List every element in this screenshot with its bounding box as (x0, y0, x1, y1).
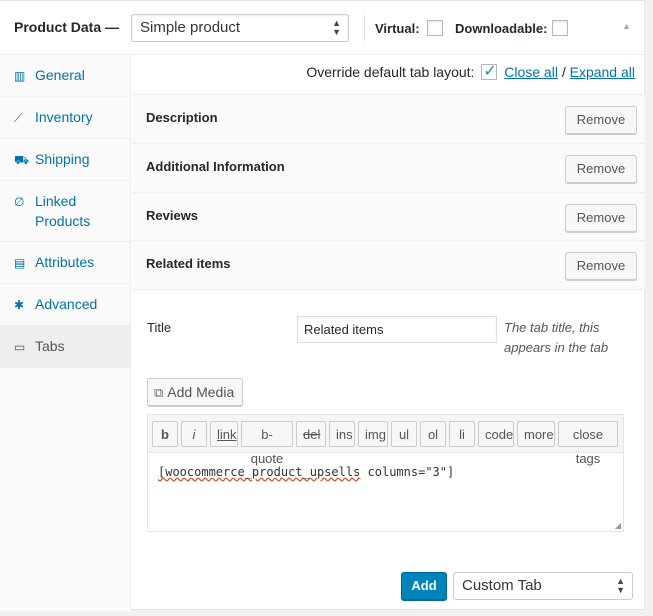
tab-row-name: Reviews (146, 208, 199, 223)
tab-row-reviews[interactable]: Reviews Remove (132, 192, 645, 241)
content-textarea[interactable]: [woocommerce_product_upsells columns="3"… (158, 465, 454, 479)
select-arrows-icon: ▲ ▼ (332, 18, 341, 37)
collapse-arrow-icon[interactable]: ▲ (622, 21, 631, 31)
override-checkbox[interactable]: ✓ (481, 63, 498, 80)
general-icon: ▥ (14, 69, 26, 83)
sidebar-item-label: Tabs (35, 338, 65, 354)
virtual-checkbox[interactable] (427, 20, 443, 36)
tab-editor: Title Related items The tab title, this … (132, 289, 645, 611)
quicktags-toolbar: b i link b-quote del ins img ul ol li co… (148, 415, 623, 466)
attributes-icon: ▤ (14, 256, 26, 270)
override-row: Override default tab layout: ✓ Close all… (306, 63, 635, 80)
close-all-link[interactable]: Close all (504, 64, 558, 80)
qt-close-tags-button[interactable]: close tags (558, 421, 618, 466)
shortcode-args: columns="3"] (360, 465, 455, 479)
sidebar-item-label: General (35, 67, 85, 83)
downloadable-label: Downloadable: (455, 21, 548, 36)
sidebar-item-tabs[interactable]: ▭ Tabs (0, 326, 130, 368)
tab-type-value: Custom Tab (462, 577, 542, 594)
sidebar-item-general[interactable]: ▥ General (0, 55, 130, 97)
sidebar-item-attributes[interactable]: ▤ Attributes (0, 242, 130, 284)
tab-row-related-items[interactable]: Related items Remove (132, 240, 645, 289)
tab-row-description[interactable]: Description Remove (132, 94, 645, 143)
inventory-icon: ⟋ (14, 111, 23, 125)
qt-bquote-button[interactable]: b-quote (241, 421, 293, 466)
shortcode-text: [woocommerce_product_upsells (158, 465, 361, 479)
sidebar-item-inventory[interactable]: ⟋ Inventory (0, 97, 130, 139)
remove-button[interactable]: Remove (565, 106, 637, 134)
product-data-header: Product Data — Simple product ▲ ▼ Virtual… (0, 1, 644, 55)
qt-ins-button[interactable]: ins (329, 421, 355, 447)
downloadable-checkbox[interactable] (552, 20, 568, 36)
checkmark-icon: ✓ (483, 63, 497, 80)
header-divider (364, 15, 365, 41)
gear-icon: ✱ (14, 298, 25, 312)
product-type-value: Simple product (140, 19, 241, 36)
qt-del-button[interactable]: del (296, 421, 326, 447)
sidebar-item-label: Inventory (35, 109, 93, 125)
media-icon: ⧉ (154, 385, 164, 400)
sidebar-item-label: Shipping (35, 151, 90, 167)
link-separator: / (561, 64, 566, 80)
product-data-tabs-sidebar: ▥ General ⟋ Inventory ⛟ Shipping ∅ Linked Pr… (0, 55, 131, 611)
resize-handle-icon[interactable]: ◢ (615, 521, 621, 530)
add-media-button[interactable]: ⧉ Add Media (147, 378, 244, 406)
remove-button[interactable]: Remove (565, 252, 637, 280)
sidebar-item-label: Advanced (35, 296, 98, 312)
window-icon: ▭ (14, 340, 26, 354)
sidebar-item-advanced[interactable]: ✱ Advanced (0, 284, 130, 326)
title-description: The tab title, this appears in the tab (504, 320, 609, 355)
tabs-main-panel: Override default tab layout: ✓ Close all… (132, 55, 645, 611)
remove-button[interactable]: Remove (565, 204, 637, 232)
tab-row-name: Description (146, 110, 218, 125)
product-type-select[interactable]: Simple product ▲ ▼ (131, 14, 349, 42)
tab-title-input[interactable]: Related items (297, 316, 497, 343)
link-icon: ∅ (14, 195, 25, 209)
text-editor: b i link b-quote del ins img ul ol li co… (147, 414, 624, 532)
sidebar-item-shipping[interactable]: ⛟ Shipping (0, 139, 130, 181)
add-tab-button[interactable]: Add (401, 572, 447, 600)
title-label: Title (147, 320, 172, 335)
qt-li-button[interactable]: li (449, 421, 475, 447)
remove-button[interactable]: Remove (565, 155, 637, 183)
product-data-panel: Product Data — Simple product ▲ ▼ Virtual… (0, 0, 645, 611)
qt-link-button[interactable]: link (210, 421, 238, 447)
virtual-label: Virtual: (375, 21, 420, 36)
sidebar-item-label: Attributes (35, 254, 95, 270)
qt-bold-button[interactable]: b (152, 421, 178, 447)
tab-row-additional-information[interactable]: Additional Information Remove (132, 143, 645, 192)
select-arrows-icon: ▲ ▼ (616, 576, 625, 595)
qt-ul-button[interactable]: ul (391, 421, 417, 447)
add-media-label: Add Media (167, 384, 235, 400)
qt-ol-button[interactable]: ol (420, 421, 446, 447)
qt-code-button[interactable]: code (478, 421, 514, 447)
override-label: Override default tab layout: (306, 64, 475, 80)
panel-title: Product Data — (14, 19, 120, 35)
qt-more-button[interactable]: more (517, 421, 555, 447)
shipping-icon: ⛟ (14, 153, 30, 167)
tab-row-name: Related items (146, 256, 231, 271)
tab-type-select[interactable]: Custom Tab ▲ ▼ (453, 572, 633, 600)
qt-img-button[interactable]: img (358, 421, 388, 447)
sidebar-item-label: Linked Products (35, 193, 91, 229)
sidebar-item-linked-products[interactable]: ∅ Linked Products (0, 181, 130, 242)
qt-italic-button[interactable]: i (181, 421, 207, 447)
expand-all-link[interactable]: Expand all (570, 64, 635, 80)
tab-row-name: Additional Information (146, 159, 285, 174)
